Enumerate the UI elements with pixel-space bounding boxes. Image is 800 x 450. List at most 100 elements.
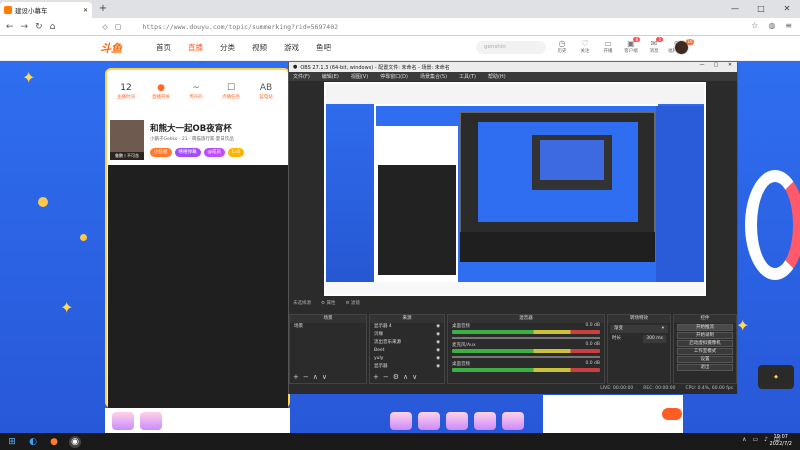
shortcut-task[interactable]: ☐ 点播任务 xyxy=(219,82,243,114)
menu-docks[interactable]: 停靠窗口(D) xyxy=(380,73,408,80)
nav-video[interactable]: 视频 xyxy=(252,42,267,53)
shortcut-switch[interactable]: ● 直播开关 xyxy=(149,82,173,114)
menu-scene-collection[interactable]: 场景集合(S) xyxy=(420,73,447,80)
home-icon[interactable]: ⌂ xyxy=(50,22,56,32)
tag[interactable]: Lv6 xyxy=(228,148,245,157)
maximize-button[interactable]: □ xyxy=(748,0,774,18)
obs-window-controls: — □ ✕ xyxy=(695,62,737,68)
back-icon[interactable]: ← xyxy=(6,22,14,32)
menu-file[interactable]: 文件(F) xyxy=(293,73,310,80)
gift-icon[interactable] xyxy=(502,412,524,430)
source-item[interactable]: Beet ◉ xyxy=(370,347,444,355)
obs-minimize-button[interactable]: — xyxy=(695,62,709,68)
shortcut-time[interactable]: 12 主播时间 xyxy=(114,82,138,114)
source-item[interactable]: yuly ◉ xyxy=(370,355,444,363)
source-item[interactable]: 流出音乐来源 ◉ xyxy=(370,339,444,347)
reload-icon[interactable]: ↻ xyxy=(35,22,43,32)
filters-button[interactable]: ⚙ 滤镜 xyxy=(345,300,359,306)
remove-scene-button[interactable]: − xyxy=(303,373,309,381)
minimize-button[interactable]: — xyxy=(722,0,748,18)
gift-icon[interactable] xyxy=(474,412,496,430)
windows-start-icon[interactable]: ⊞ xyxy=(6,436,18,448)
extension-icon[interactable]: ◍ xyxy=(768,21,775,30)
menu-edit[interactable]: 编辑(E) xyxy=(322,73,339,80)
scene-up-button[interactable]: ∧ xyxy=(313,373,318,381)
tag[interactable]: @成员 xyxy=(203,148,225,157)
bookmark-icon[interactable]: ☆ xyxy=(751,21,758,30)
browser-tab[interactable]: 建设小幕车 ✕ xyxy=(0,2,92,18)
gift-icon[interactable] xyxy=(446,412,468,430)
source-item[interactable]: 显示器 4 ◉ xyxy=(370,323,444,331)
history-button[interactable]: ◷ 历史 xyxy=(553,39,571,55)
nav-category[interactable]: 分类 xyxy=(220,42,235,53)
source-down-button[interactable]: ∨ xyxy=(412,373,417,381)
source-up-button[interactable]: ∧ xyxy=(403,373,408,381)
volume-icon[interactable]: ♪ xyxy=(764,436,768,443)
duration-input[interactable]: 300 ms xyxy=(643,335,666,343)
remove-source-button[interactable]: − xyxy=(383,373,389,381)
obs-taskbar-icon[interactable]: ◉ xyxy=(69,435,81,448)
firefox-icon[interactable]: ● xyxy=(48,436,60,448)
nav-fishbar[interactable]: 鱼吧 xyxy=(316,42,331,53)
tray-expand-icon[interactable]: ∧ xyxy=(742,436,746,443)
volume-slider[interactable] xyxy=(452,337,600,339)
settings-button[interactable]: 设置 xyxy=(677,356,733,363)
tag[interactable]: 嘻嘻弹幕 xyxy=(174,148,201,157)
eye-icon[interactable]: ◉ xyxy=(436,339,440,347)
gift-icon[interactable] xyxy=(390,412,412,430)
scene-item[interactable]: 场景 xyxy=(290,323,366,331)
eye-icon[interactable]: ◉ xyxy=(436,347,440,355)
source-item[interactable]: 贝缘 ◉ xyxy=(370,331,444,339)
send-button[interactable] xyxy=(662,408,682,420)
obs-maximize-button[interactable]: □ xyxy=(709,62,723,68)
eye-icon[interactable]: ◉ xyxy=(436,323,440,331)
eye-icon[interactable]: ◉ xyxy=(436,331,440,339)
shortcut-station[interactable]: AB 蓝电站 xyxy=(254,82,278,114)
start-recording-button[interactable]: 开始录制 xyxy=(677,332,733,339)
source-settings-button[interactable]: ⚙ xyxy=(393,373,399,381)
menu-help[interactable]: 帮助(H) xyxy=(488,73,506,80)
source-item[interactable]: 显示器 ◉ xyxy=(370,363,444,371)
edge-icon[interactable]: ◐ xyxy=(27,436,39,448)
close-tab-icon[interactable]: ✕ xyxy=(83,7,88,14)
eye-icon[interactable]: ◉ xyxy=(436,355,440,363)
menu-tools[interactable]: 工具(T) xyxy=(459,73,476,80)
gift-icon[interactable] xyxy=(112,412,134,430)
obs-close-button[interactable]: ✕ xyxy=(723,62,737,68)
close-window-button[interactable]: ✕ xyxy=(774,0,800,18)
transition-select[interactable]: 渐变 ▾ xyxy=(610,325,668,333)
nav-game[interactable]: 游戏 xyxy=(284,42,299,53)
video-area[interactable] xyxy=(108,165,288,408)
swim-ring-decoration xyxy=(745,170,800,280)
new-tab-button[interactable]: + xyxy=(97,3,109,15)
gift-icon[interactable] xyxy=(418,412,440,430)
properties-button[interactable]: ⚙ 属性 xyxy=(321,300,335,306)
add-scene-button[interactable]: + xyxy=(293,373,299,381)
url-input[interactable]: https://www.douyu.com/topic/summerking?r… xyxy=(142,23,338,31)
volume-slider[interactable] xyxy=(452,356,600,358)
shield-icon[interactable]: ◇ xyxy=(102,23,107,31)
tag[interactable]: 小技能 xyxy=(150,148,172,157)
site-logo[interactable]: 斗鱼 xyxy=(100,40,140,56)
shortcut-code[interactable]: ~ 传声码 xyxy=(184,82,208,114)
search-input[interactable]: genshin xyxy=(476,41,546,54)
menu-icon[interactable]: ≡ xyxy=(785,21,792,30)
nav-home[interactable]: 首页 xyxy=(156,42,171,53)
studio-mode-button[interactable]: 工作室模式 xyxy=(677,348,733,355)
exit-button[interactable]: 退出 xyxy=(677,364,733,371)
forward-icon[interactable]: → xyxy=(21,22,29,32)
network-icon[interactable]: ▭ xyxy=(752,436,758,443)
menu-view[interactable]: 视图(V) xyxy=(351,73,368,80)
start-virtual-camera-button[interactable]: 启动虚拟摄像机 xyxy=(677,340,733,347)
message-button[interactable]: 2 ✉ 消息 xyxy=(645,37,663,55)
scene-down-button[interactable]: ∨ xyxy=(322,373,327,381)
clock[interactable]: 19:07 2022/7/2 xyxy=(770,434,792,448)
start-broadcast-button[interactable]: ▭ 开播 xyxy=(599,39,617,55)
nav-live[interactable]: 直播 xyxy=(188,42,203,53)
follow-button[interactable]: ♡ 关注 xyxy=(576,39,594,55)
gift-icon[interactable] xyxy=(140,412,162,430)
start-streaming-button[interactable]: 开始推流 xyxy=(677,324,733,331)
client-button[interactable]: 8 ▣ 客户端 xyxy=(622,37,640,55)
eye-icon[interactable]: ◉ xyxy=(436,363,440,371)
add-source-button[interactable]: + xyxy=(373,373,379,381)
